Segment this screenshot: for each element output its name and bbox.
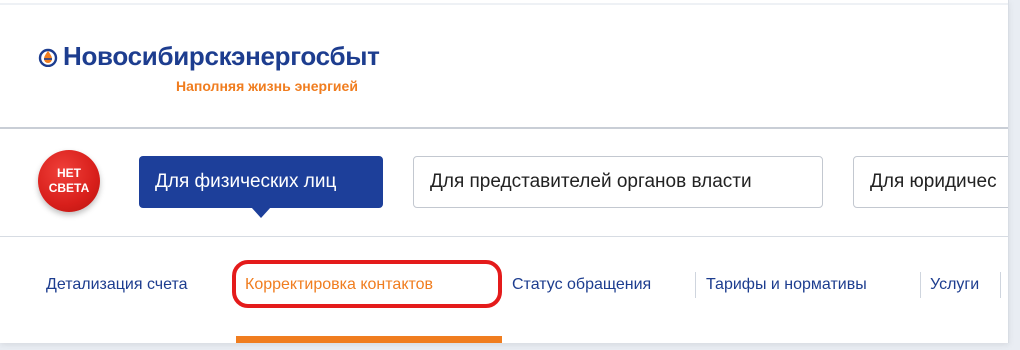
no-power-line1: НЕТ (57, 166, 81, 180)
header-divider (0, 127, 1008, 129)
brand-name: Новосибирскэнергосбыт (63, 41, 380, 71)
active-tab-indicator (236, 336, 502, 343)
tab-government[interactable]: Для представителей органов власти (413, 156, 823, 208)
top-divider (0, 3, 1008, 5)
tab-individuals[interactable]: Для физических лиц (139, 156, 383, 218)
subnav-separator (1000, 272, 1001, 298)
subnav-services[interactable]: Услуги (930, 262, 979, 308)
subnav-request-status[interactable]: Статус обращения (512, 262, 651, 308)
flame-drop-icon (38, 48, 58, 67)
no-power-button[interactable]: НЕТ СВЕТА (38, 150, 100, 212)
site-header: Новосибирскэнергосбыт Наполняя жизнь эне… (0, 0, 1009, 343)
subnav-separator (695, 272, 696, 298)
subnav-separator (920, 272, 921, 298)
tab-legal-entities[interactable]: Для юридичес (853, 156, 1008, 208)
brand-tagline: Наполняя жизнь энергией (176, 78, 358, 94)
sub-navigation: Детализация счета Корректировка контакто… (0, 262, 1008, 308)
subnav-bill-details[interactable]: Детализация счета (46, 262, 188, 308)
highlight-annotation (232, 260, 502, 308)
subnav-tariffs[interactable]: Тарифы и нормативы (706, 262, 867, 308)
no-power-line2: СВЕТА (48, 181, 90, 195)
nav-divider (0, 236, 1008, 237)
